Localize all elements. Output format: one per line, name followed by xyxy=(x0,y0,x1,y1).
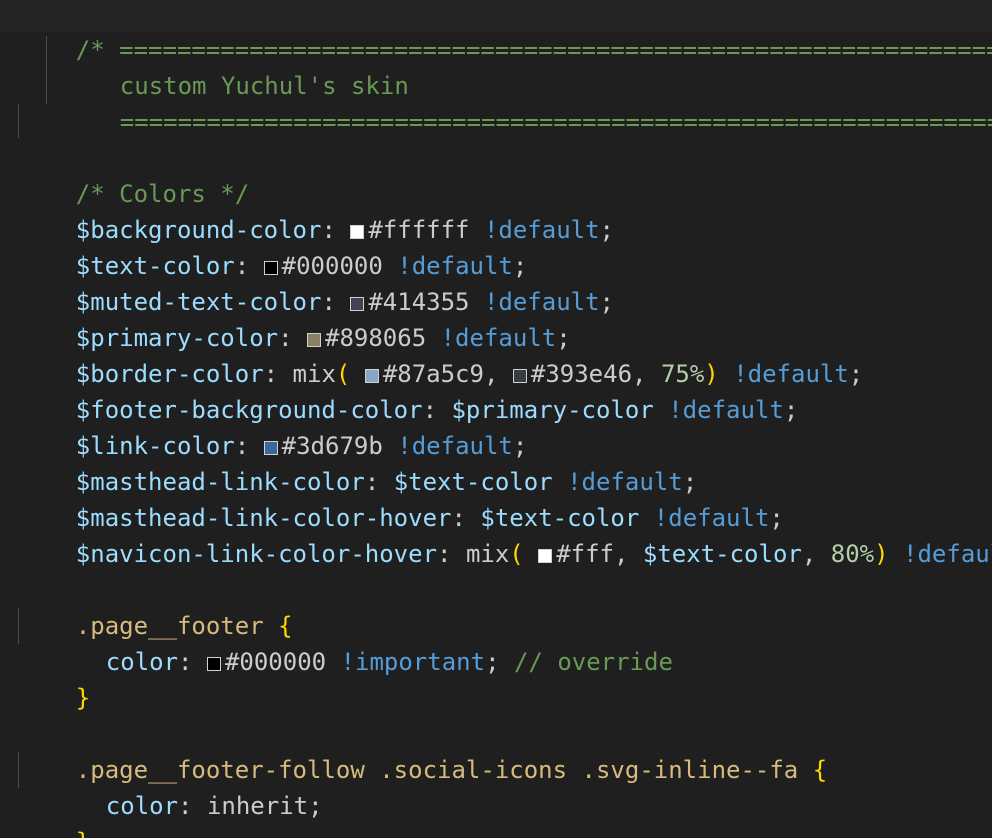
default-keyword: !default xyxy=(903,540,992,568)
css-property: color xyxy=(105,792,179,820)
code-line-link-color: $link-color: #3d679b !default; xyxy=(75,432,528,460)
comment-rule-2: ========================================… xyxy=(119,108,992,136)
code-line-masthead-link-color-hover: $masthead-link-color-hover: $text-color … xyxy=(75,504,784,532)
code-line-background-color: $background-color: #ffffff !default; xyxy=(75,216,614,244)
css-property: color xyxy=(105,648,179,676)
var-value: #fff xyxy=(556,540,614,568)
percent-value: 80% xyxy=(830,540,875,568)
code-line-close-brace: } xyxy=(18,788,90,838)
code-line-comment-rule: ========================================… xyxy=(62,68,992,136)
color-swatch-icon[interactable] xyxy=(538,549,553,563)
inline-comment: // override xyxy=(513,648,673,676)
code-line-navicon-link-color-hover: $navicon-link-color-hover: mix( #fff, $t… xyxy=(18,500,992,568)
code-line-comment-title: custom Yuchul's skin xyxy=(62,32,409,100)
var-reference: $text-color xyxy=(642,540,802,568)
indent-guide xyxy=(18,104,19,138)
code-line-comment-open: /* =====================================… xyxy=(0,0,992,64)
code-line-colors-comment: /* Colors */ xyxy=(18,140,249,208)
code-line-border-color: $border-color: mix( #87a5c9, #393e46, 75… xyxy=(75,360,864,388)
code-editor[interactable]: /* =====================================… xyxy=(0,0,992,838)
code-line-footer-background-color: $footer-background-color: $primary-color… xyxy=(75,396,799,424)
code-line-follow-selector: .page__footer-follow .social-icons .svg-… xyxy=(75,756,828,784)
code-line-muted-text-color: $muted-text-color: #414355 !default; xyxy=(75,288,614,316)
default-keyword: !default xyxy=(668,396,784,424)
var-value: #000000 xyxy=(224,648,327,676)
function-name: mix xyxy=(465,540,510,568)
code-line-text-color: $text-color: #000000 !default; xyxy=(75,252,528,280)
code-line-close-brace: } xyxy=(75,684,91,712)
important-keyword: !important xyxy=(340,648,486,676)
code-line-footer-selector: .page__footer { xyxy=(75,612,293,640)
code-line-primary-color: $primary-color: #898065 !default; xyxy=(75,324,571,352)
code-line-masthead-link-color: $masthead-link-color: $text-color !defau… xyxy=(75,468,698,496)
var-name: $navicon-link-color-hover xyxy=(75,540,438,568)
css-value: inherit xyxy=(206,792,309,820)
color-swatch-icon[interactable] xyxy=(206,657,221,671)
code-line-follow-color: color: inherit; xyxy=(105,792,323,820)
code-line-footer-color: color: #000000 !important; // override xyxy=(105,648,673,676)
